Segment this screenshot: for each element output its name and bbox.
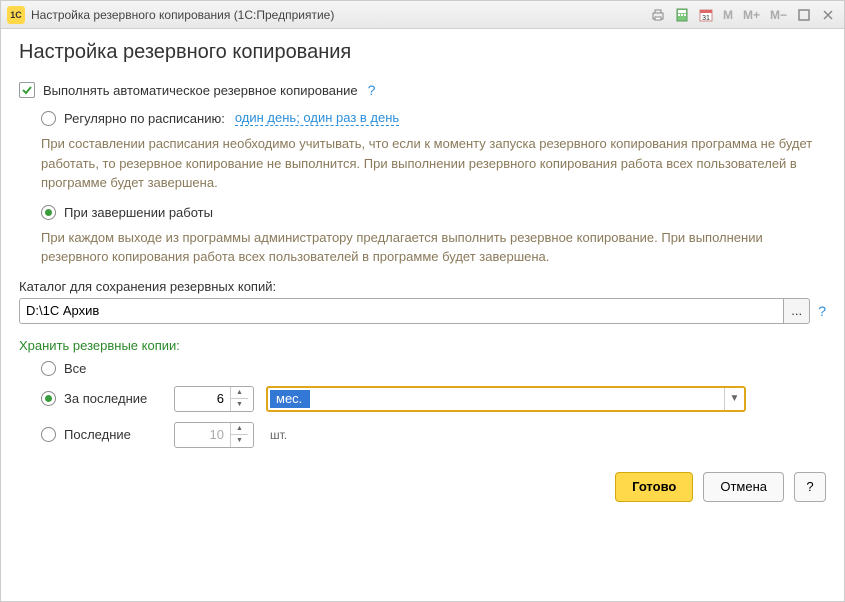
- retention-period-label: За последние: [64, 391, 174, 406]
- help-icon[interactable]: ?: [368, 82, 376, 98]
- count-spinner[interactable]: ▲ ▼: [174, 422, 254, 448]
- spinner-down-icon[interactable]: ▼: [231, 399, 248, 411]
- radio-retention-count[interactable]: [41, 427, 56, 442]
- print-icon[interactable]: [648, 5, 668, 25]
- radio-retention-all[interactable]: [41, 361, 56, 376]
- spinner-up-icon[interactable]: ▲: [231, 387, 248, 399]
- count-input[interactable]: [175, 427, 230, 442]
- radio-by-schedule-label: Регулярно по расписанию:: [64, 111, 225, 126]
- combo-dropdown-icon[interactable]: ▼: [724, 388, 744, 410]
- period-unit-combo[interactable]: мес. ▼: [266, 386, 746, 412]
- close-icon[interactable]: [818, 5, 838, 25]
- calendar-icon[interactable]: 31: [696, 5, 716, 25]
- radio-on-exit[interactable]: [41, 205, 56, 220]
- titlebar: 1C Настройка резервного копирования (1С:…: [1, 1, 844, 29]
- period-unit-value: мес.: [270, 390, 310, 408]
- radio-by-schedule[interactable]: [41, 111, 56, 126]
- browse-button[interactable]: ...: [784, 298, 810, 324]
- auto-backup-label: Выполнять автоматическое резервное копир…: [43, 83, 358, 98]
- window-title: Настройка резервного копирования (1С:Пре…: [31, 8, 648, 22]
- catalog-label: Каталог для сохранения резервных копий:: [19, 279, 826, 294]
- spinner-up-icon[interactable]: ▲: [231, 423, 248, 435]
- count-unit-label: шт.: [270, 428, 287, 442]
- help-button[interactable]: ?: [794, 472, 826, 502]
- catalog-help-icon[interactable]: ?: [818, 303, 826, 319]
- memory-m-button[interactable]: M: [720, 8, 736, 22]
- catalog-input[interactable]: [19, 298, 784, 324]
- radio-on-exit-label: При завершении работы: [64, 205, 213, 220]
- retention-all-label: Все: [64, 361, 174, 376]
- app-logo-icon: 1C: [7, 6, 25, 24]
- ok-button[interactable]: Готово: [615, 472, 693, 502]
- restore-icon[interactable]: [794, 5, 814, 25]
- memory-mminus-button[interactable]: M−: [767, 8, 790, 22]
- page-title: Настройка резервного копирования: [19, 41, 826, 64]
- memory-mplus-button[interactable]: M+: [740, 8, 763, 22]
- retention-title: Хранить резервные копии:: [19, 338, 826, 353]
- auto-backup-checkbox[interactable]: [19, 82, 35, 98]
- schedule-link[interactable]: один день; один раз в день: [235, 110, 399, 126]
- schedule-hint: При составлении расписания необходимо уч…: [41, 134, 826, 193]
- calculator-icon[interactable]: [672, 5, 692, 25]
- period-count-spinner[interactable]: ▲ ▼: [174, 386, 254, 412]
- on-exit-hint: При каждом выходе из программы администр…: [41, 228, 826, 267]
- svg-text:31: 31: [702, 15, 710, 22]
- retention-count-label: Последние: [64, 427, 174, 442]
- cancel-button[interactable]: Отмена: [703, 472, 784, 502]
- radio-retention-period[interactable]: [41, 391, 56, 406]
- spinner-down-icon[interactable]: ▼: [231, 435, 248, 447]
- period-count-input[interactable]: [175, 391, 230, 406]
